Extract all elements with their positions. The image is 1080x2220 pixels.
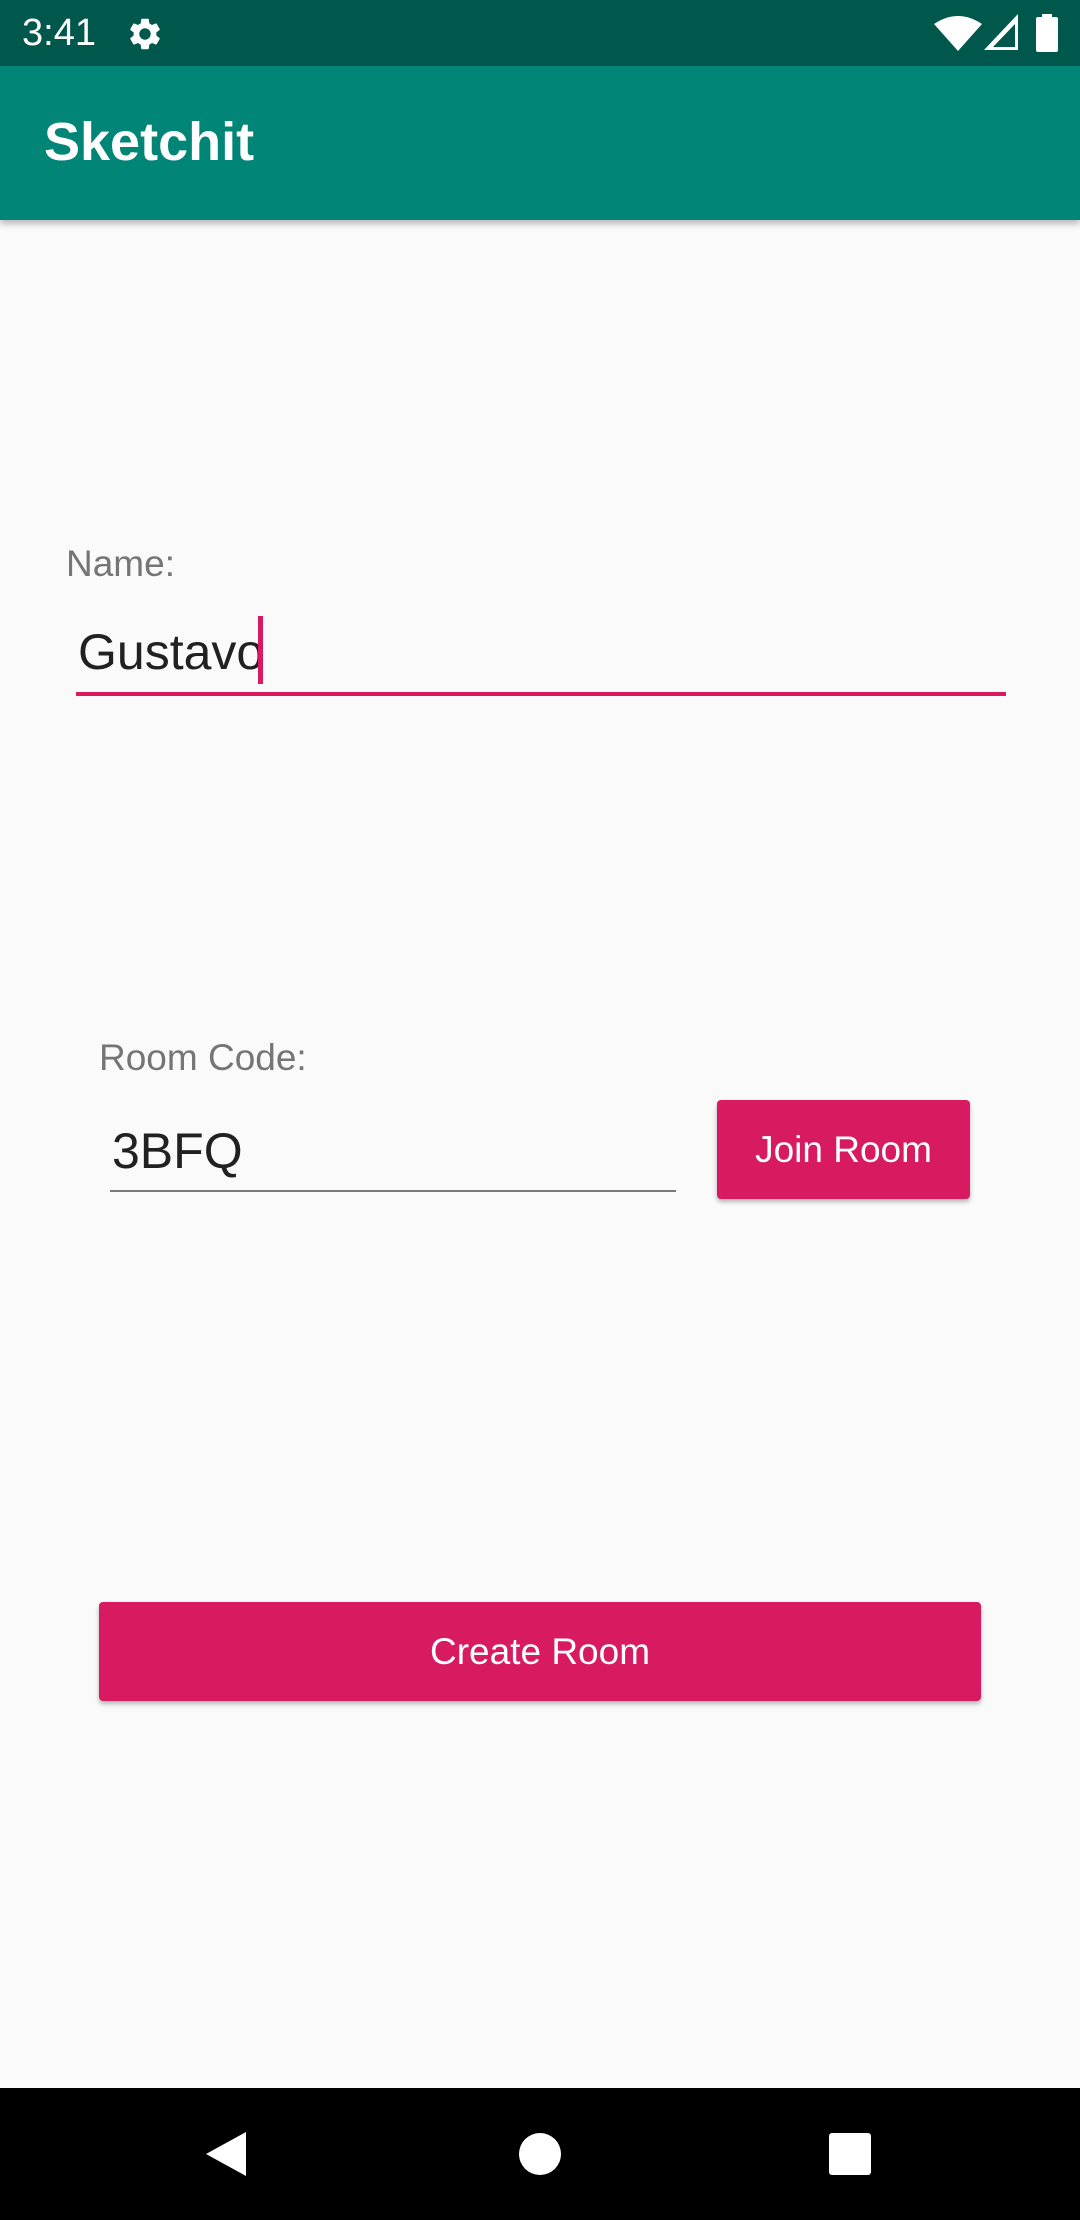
home-icon[interactable] xyxy=(506,2120,574,2188)
join-room-button[interactable]: Join Room xyxy=(717,1100,970,1199)
wifi-icon xyxy=(934,16,982,51)
settings-gear-icon xyxy=(130,18,160,50)
text-cursor xyxy=(258,616,263,684)
name-input[interactable] xyxy=(76,612,1006,696)
room-code-label: Room Code: xyxy=(99,1037,307,1078)
status-bar: 3:41 xyxy=(0,0,1080,66)
cell-signal-icon xyxy=(984,14,1018,50)
app-bar: Sketchit xyxy=(0,66,1080,220)
screen: 3:41 Sketchit Name: Room Code: Join Room… xyxy=(0,0,1080,2220)
app-title: Sketchit xyxy=(44,112,255,172)
create-room-button[interactable]: Create Room xyxy=(99,1602,981,1701)
navigation-bar xyxy=(0,2088,1080,2220)
back-icon[interactable] xyxy=(196,2120,264,2188)
room-code-input[interactable] xyxy=(110,1112,676,1192)
recents-icon[interactable] xyxy=(816,2120,884,2188)
name-label: Name: xyxy=(66,543,175,584)
battery-icon xyxy=(1036,14,1058,52)
status-time: 3:41 xyxy=(22,12,96,54)
